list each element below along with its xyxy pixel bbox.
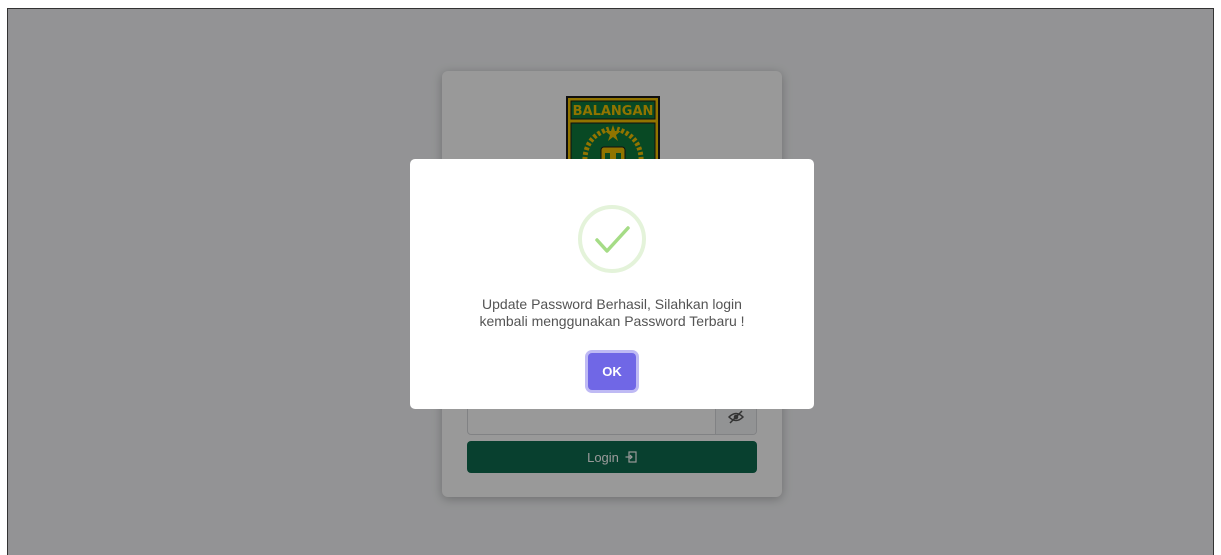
dialog-message-line-2: kembali menggunakan Password Terbaru ! [479, 313, 745, 329]
check-circle-icon [578, 205, 646, 273]
browser-viewport: BALANGAN Login Update Password Berhasil,… [7, 8, 1214, 555]
dialog-message-line-1: Update Password Berhasil, Silahkan login [482, 296, 742, 312]
dialog-message: Update Password Berhasil, Silahkan login… [440, 296, 784, 330]
ok-button[interactable]: OK [588, 353, 636, 390]
success-dialog: Update Password Berhasil, Silahkan login… [410, 159, 814, 409]
